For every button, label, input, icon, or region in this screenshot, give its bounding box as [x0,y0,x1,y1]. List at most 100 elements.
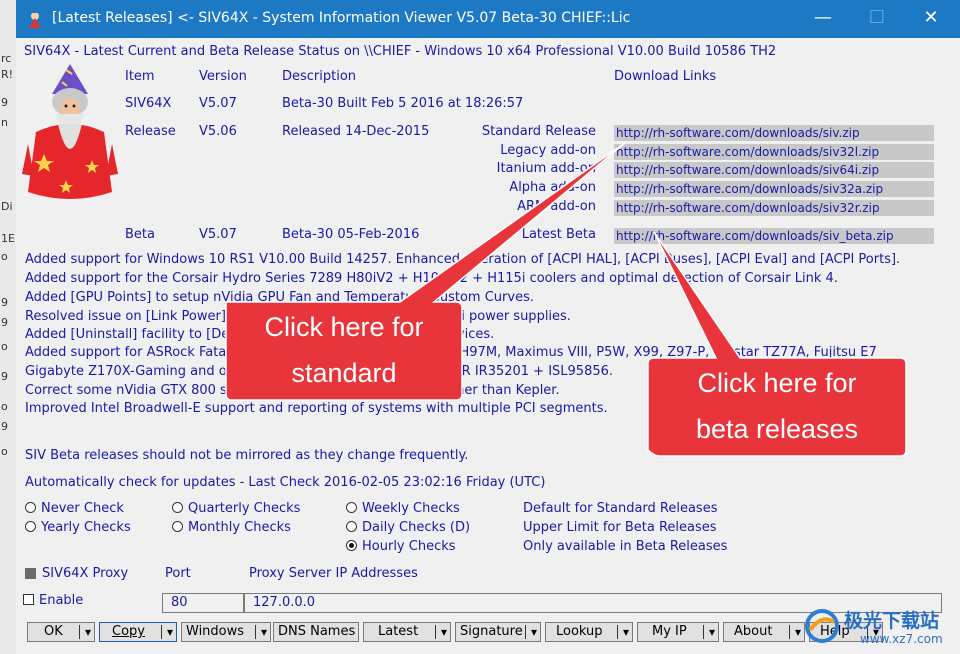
button-separator [161,625,162,639]
radio-label: Quarterly Checks [188,501,301,516]
release-note: Added support for the Corsair Hydro Seri… [25,271,838,286]
link-label-arm: ARM add-on [517,199,596,214]
row-release-description: Released 14-Dec-2015 [282,124,430,139]
bg-glyph: n [1,116,8,129]
dropdown-arrow-icon: ▾ [530,625,537,639]
ok-button[interactable]: OK ▾ [27,622,95,642]
latest-beta-url[interactable]: http://rh-software.com/downloads/siv_bet… [614,228,934,244]
proxy-square-icon [25,568,36,579]
latest-button[interactable]: Latest ▾ [363,622,451,642]
button-label: About [734,624,773,639]
title-bar[interactable]: [Latest Releases] <- SIV64X - System Inf… [16,0,960,38]
bg-glyph: o [1,445,8,458]
radio-dot [346,502,357,513]
release-note: Improved Intel Broadwell-E support and r… [25,401,608,416]
standard-release-url[interactable]: http://rh-software.com/downloads/siv.zip [614,125,934,141]
bg-glyph: o [1,400,8,413]
radio-label: Yearly Checks [41,520,131,535]
radio-yearly-checks[interactable]: Yearly Checks [25,520,131,535]
itanium-addon-url[interactable]: http://rh-software.com/downloads/siv64i.… [614,162,934,178]
row-siv-item: SIV64X [125,96,172,111]
radio-quarterly-checks[interactable]: Quarterly Checks [172,501,300,516]
checkbox-label: Enable [39,593,84,608]
link-label-alpha: Alpha add-on [509,180,596,195]
radio-monthly-checks[interactable]: Monthly Checks [172,520,291,535]
signature-button[interactable]: Signature ▾ [455,622,541,642]
radio-label: Monthly Checks [188,520,291,535]
row-siv-version: V5.07 [199,96,237,111]
proxy-port-field[interactable]: 80 [162,593,244,613]
button-label: My IP [652,624,687,639]
callout-line: beta releases [695,414,859,444]
bg-glyph: Di [1,200,13,213]
alpha-addon-url[interactable]: http://rh-software.com/downloads/siv32a.… [614,181,934,197]
link-label-itanium: Itanium add-on [496,161,596,176]
radio-label: Never Check [41,501,124,516]
bg-glyph: 9 [1,316,8,329]
link-label-legacy: Legacy add-on [500,143,596,158]
proxy-port-label: Port [165,566,191,581]
button-separator [703,625,704,639]
mirror-note: SIV Beta releases should not be mirrored… [25,448,469,463]
bg-glyph: 9 [1,96,8,109]
proxy-title: SIV64X Proxy [42,566,129,581]
lookup-button[interactable]: Lookup ▾ [545,622,633,642]
wizard-app-icon [29,10,41,28]
radio-note-standard: Default for Standard Releases [523,501,718,516]
radio-hourly-checks[interactable]: Hourly Checks [346,539,456,554]
maximize-button[interactable]: ☐ [854,0,900,38]
bg-glyph: R! [1,68,14,81]
status-heading: SIV64X - Latest Current and Beta Release… [24,44,777,59]
dns-names-button[interactable]: DNS Names [273,622,359,642]
minimize-button[interactable]: — [800,0,846,38]
watermark-swirl-icon [805,609,839,643]
dropdown-arrow-icon: ▾ [440,625,447,639]
radio-never-check[interactable]: Never Check [25,501,124,516]
radio-daily-checks[interactable]: Daily Checks (D) [346,520,470,535]
legacy-addon-url[interactable]: http://rh-software.com/downloads/siv32l.… [614,144,934,160]
window-title: [Latest Releases] <- SIV64X - System Inf… [52,10,631,26]
button-separator [435,625,436,639]
watermark-text: 极光下载站 [844,610,940,632]
column-version-header: Version [199,69,247,84]
watermark-logo: 极光下载站 www.xz7.com [800,604,960,654]
button-label: Windows [186,624,245,639]
dropdown-arrow-icon: ▾ [260,625,267,639]
radio-weekly-checks[interactable]: Weekly Checks [346,501,460,516]
enable-proxy-checkbox[interactable]: Enable [23,593,83,608]
release-note: Added [GPU Points] to setup nVidia GPU F… [25,290,534,305]
bg-glyph: 1E [1,232,15,245]
watermark-url: www.xz7.com [860,632,943,646]
button-separator [255,625,256,639]
about-button[interactable]: About ▾ [723,622,805,642]
wizard-mascot-image [22,64,118,199]
beta-callout-text: Click here for beta releases [648,360,906,452]
bg-glyph: 9 [1,296,8,309]
button-separator [79,625,80,639]
callout-line: standard [291,358,397,388]
close-button[interactable]: ✕ [908,0,954,38]
bg-glyph: 9 [1,370,8,383]
row-release-version: V5.06 [199,124,237,139]
standard-callout-text: Click here for standard [226,304,462,396]
radio-dot-selected [346,540,357,551]
radio-note-beta-only: Only available in Beta Releases [523,539,728,554]
my-ip-button[interactable]: My IP ▾ [637,622,719,642]
proxy-ips-label: Proxy Server IP Addresses [249,566,418,581]
radio-dot [25,502,36,513]
arm-addon-url[interactable]: http://rh-software.com/downloads/siv32r.… [614,200,934,216]
auto-check-status: Automatically check for updates - Last C… [25,475,546,490]
windows-button[interactable]: Windows ▾ [181,622,271,642]
dropdown-arrow-icon: ▾ [622,625,629,639]
radio-dot [172,502,183,513]
button-label: Latest [378,624,419,639]
button-label: DNS Names [278,624,356,639]
dropdown-arrow-icon: ▾ [84,625,91,639]
radio-label: Daily Checks (D) [362,520,471,535]
row-beta-item: Beta [125,227,155,242]
button-separator [617,625,618,639]
link-label-standard: Standard Release [481,124,596,139]
row-beta-version: V5.07 [199,227,237,242]
copy-button[interactable]: Copy ▾ [99,622,177,642]
callout-line: Click here for [697,368,857,398]
